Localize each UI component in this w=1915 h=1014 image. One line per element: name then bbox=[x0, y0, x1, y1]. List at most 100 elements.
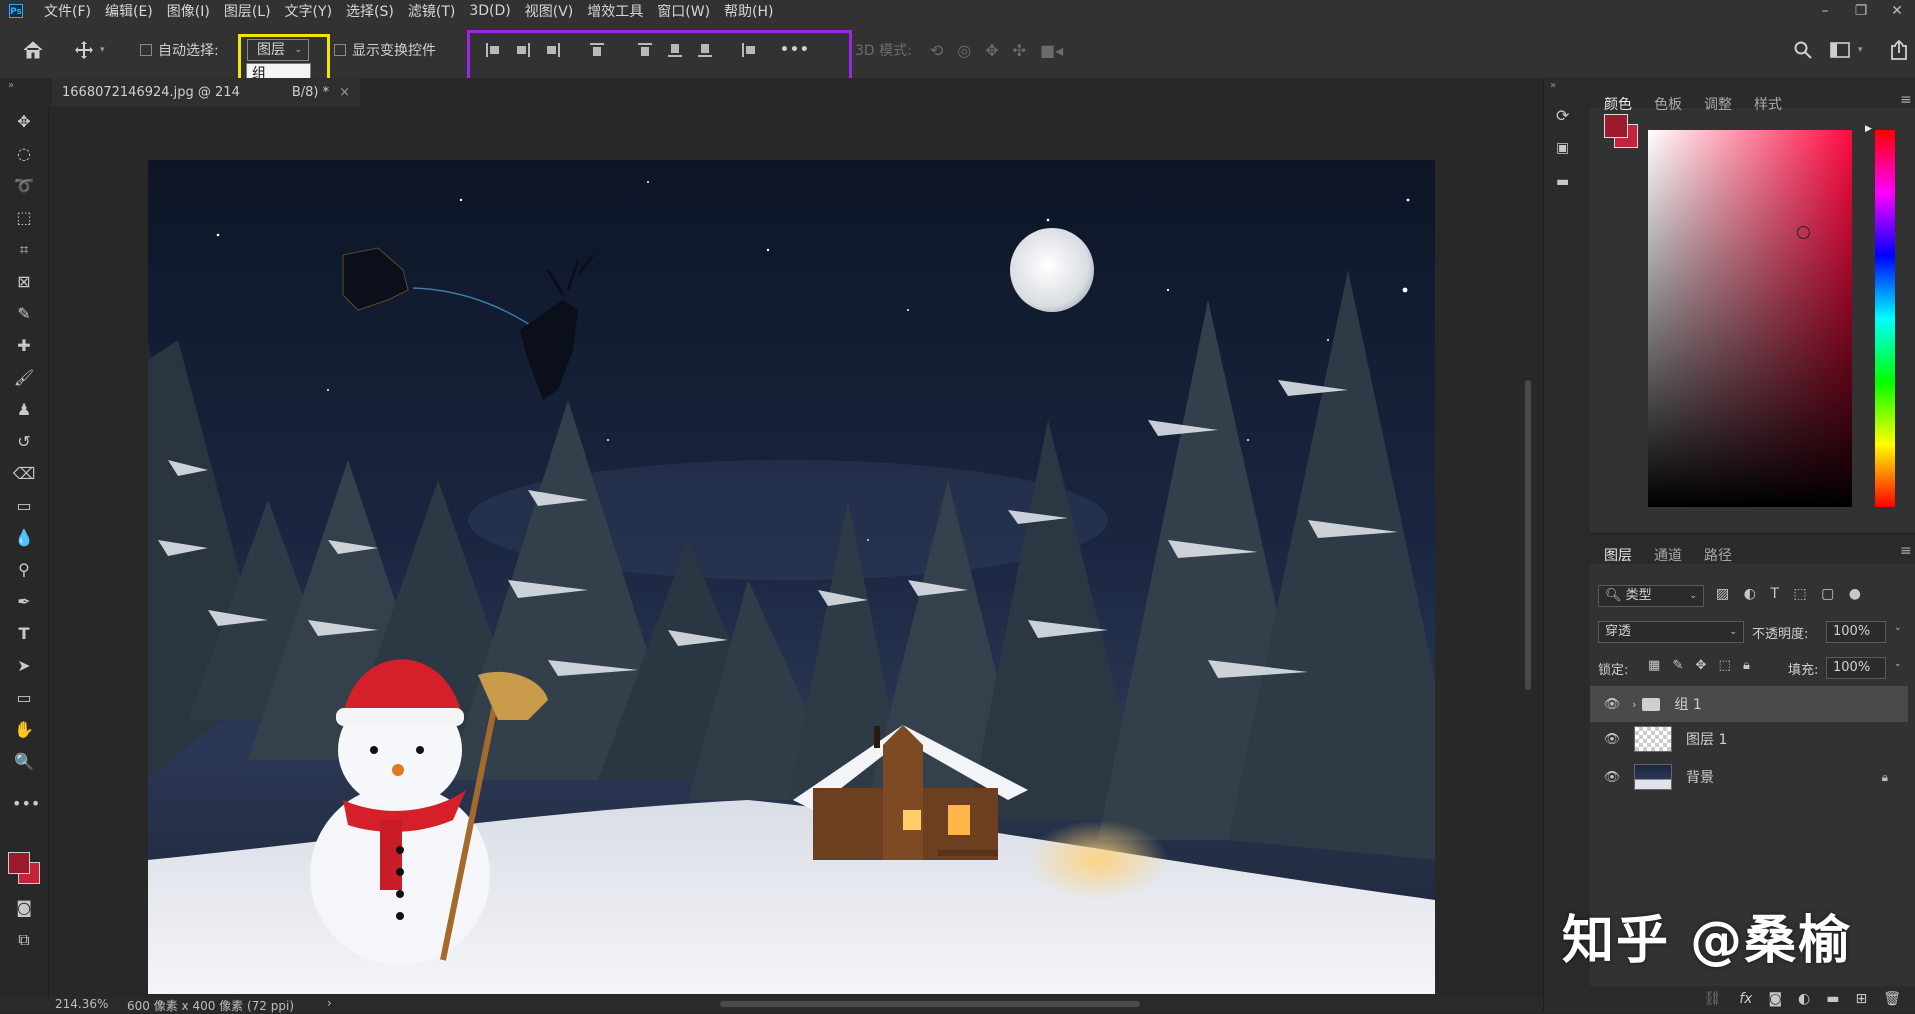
menu-edit[interactable]: 编辑(E) bbox=[98, 1, 160, 21]
layer-row-layer-1[interactable]: 👁︎ 图层 1 bbox=[1590, 721, 1908, 757]
auto-select-checkbox[interactable]: 自动选择: bbox=[140, 22, 219, 78]
blur-tool-icon[interactable]: 💧 bbox=[12, 526, 36, 550]
adjustment-filter-icon[interactable]: ◐ bbox=[1744, 586, 1756, 602]
hue-slider[interactable] bbox=[1875, 130, 1895, 507]
visibility-eye-icon[interactable]: 👁︎ bbox=[1602, 732, 1622, 747]
show-transform-checkbox[interactable]: 显示变换控件 bbox=[334, 22, 436, 78]
move-tool-preset[interactable]: ▾ bbox=[74, 22, 105, 78]
document-tab[interactable]: 1668072146924.jpg @ 214 B/8) * × bbox=[52, 78, 361, 106]
adjustment-icon[interactable]: ◐ bbox=[1798, 991, 1810, 1007]
share-button[interactable] bbox=[1890, 22, 1908, 78]
history-panel-icon[interactable]: ⟳ bbox=[1556, 106, 1569, 125]
hue-slider-marker[interactable]: ▶ bbox=[1865, 124, 1872, 134]
canvas-image[interactable] bbox=[148, 160, 1435, 994]
restore-button[interactable]: ❐ bbox=[1843, 3, 1879, 19]
shape-filter-icon[interactable]: ⬚ bbox=[1793, 586, 1806, 602]
lock-pixels-icon[interactable]: ✎ bbox=[1672, 658, 1683, 673]
gradient-tool-icon[interactable]: ▭ bbox=[12, 494, 36, 518]
crop-tool-icon[interactable]: ⌗ bbox=[12, 238, 36, 262]
layer-filter-dropdown[interactable]: 🔍︎ 类型 ⌄ bbox=[1598, 585, 1704, 607]
folder-icon[interactable]: ▬ bbox=[1826, 991, 1839, 1007]
move-tool-icon[interactable]: ✥ bbox=[12, 110, 36, 134]
link-icon[interactable]: ⛓ bbox=[1703, 991, 1721, 1007]
object-select-tool-icon[interactable]: ⬚ bbox=[12, 206, 36, 230]
opacity-input[interactable]: 100% bbox=[1826, 621, 1886, 643]
menu-filter[interactable]: 滤镜(T) bbox=[401, 1, 462, 21]
horizontal-scrollbar-thumb[interactable] bbox=[720, 1001, 1140, 1007]
blend-mode-dropdown[interactable]: 穿透 ⌄ bbox=[1598, 621, 1744, 643]
chevron-right-icon[interactable]: › bbox=[1632, 698, 1636, 711]
type-filter-icon[interactable]: T bbox=[1770, 586, 1779, 602]
visibility-eye-icon[interactable]: 👁︎ bbox=[1602, 697, 1622, 712]
healing-brush-tool-icon[interactable]: ✚ bbox=[12, 334, 36, 358]
saturation-brightness-field[interactable] bbox=[1648, 130, 1852, 507]
color-panel-foreground-swatch[interactable] bbox=[1604, 114, 1628, 138]
dodge-tool-icon[interactable]: ⚲ bbox=[12, 558, 36, 582]
quick-mask-icon[interactable]: ◙ bbox=[12, 896, 36, 920]
frame-tool-icon[interactable]: ⊠ bbox=[12, 270, 36, 294]
fill-input[interactable]: 100% bbox=[1826, 657, 1886, 679]
tab-channels[interactable]: 通道 bbox=[1654, 545, 1682, 565]
stamp-tool-icon[interactable]: ♟ bbox=[12, 398, 36, 422]
tab-color[interactable]: 颜色 bbox=[1604, 94, 1632, 114]
layer-name[interactable]: 背景 bbox=[1686, 767, 1714, 787]
lasso-tool-icon[interactable]: ➰ bbox=[12, 174, 36, 198]
panel-menu-icon[interactable]: ≡ bbox=[1900, 543, 1912, 559]
history-brush-tool-icon[interactable]: ↺ bbox=[12, 430, 36, 454]
smart-object-filter-icon[interactable]: ▢ bbox=[1821, 586, 1834, 602]
lock-all-icon[interactable]: 🔒︎ bbox=[1743, 658, 1750, 673]
brush-tool-icon[interactable]: 🖌 bbox=[12, 366, 36, 390]
status-menu-icon[interactable]: › bbox=[327, 996, 332, 1010]
path-select-tool-icon[interactable]: ➤ bbox=[12, 654, 36, 678]
plugins-panel-icon[interactable]: ▣ bbox=[1556, 140, 1569, 156]
menu-image[interactable]: 图像(I) bbox=[160, 1, 217, 21]
layer-name[interactable]: 图层 1 bbox=[1686, 729, 1727, 749]
comments-panel-icon[interactable]: ▬ bbox=[1556, 174, 1569, 190]
menu-type[interactable]: 文字(Y) bbox=[278, 1, 339, 21]
menu-help[interactable]: 帮助(H) bbox=[717, 1, 780, 21]
menu-plugins[interactable]: 增效工具 bbox=[580, 1, 650, 21]
chevron-down-icon[interactable]: ⌄ bbox=[1894, 623, 1902, 633]
trash-icon[interactable]: 🗑︎ bbox=[1883, 991, 1901, 1007]
zoom-level[interactable]: 214.36% bbox=[55, 997, 108, 1011]
panel-collapse-icon[interactable]: » bbox=[1550, 80, 1556, 91]
more-tools-icon[interactable]: ••• bbox=[12, 792, 40, 816]
minimize-button[interactable]: – bbox=[1807, 3, 1843, 19]
close-tab-icon[interactable]: × bbox=[339, 85, 350, 100]
tab-layers[interactable]: 图层 bbox=[1604, 545, 1632, 565]
lock-transparency-icon[interactable]: ▦ bbox=[1648, 658, 1660, 673]
panel-menu-icon[interactable]: ≡ bbox=[1900, 92, 1912, 108]
layer-row-background[interactable]: 👁︎ 背景 🔒︎ bbox=[1590, 759, 1908, 795]
type-tool-icon[interactable]: T bbox=[12, 622, 36, 646]
layer-row-group[interactable]: 👁︎ › 组 1 bbox=[1590, 686, 1908, 722]
hand-tool-icon[interactable]: ✋ bbox=[12, 718, 36, 742]
scrollbar-thumb[interactable] bbox=[1525, 380, 1531, 690]
chevron-down-icon[interactable]: ⌄ bbox=[1894, 659, 1902, 669]
tab-styles[interactable]: 样式 bbox=[1754, 94, 1782, 114]
new-layer-icon[interactable]: ⊞ bbox=[1855, 991, 1867, 1007]
color-picker-handle[interactable] bbox=[1797, 226, 1810, 239]
lock-artboard-icon[interactable]: ⬚ bbox=[1719, 658, 1731, 673]
eraser-tool-icon[interactable]: ⌫ bbox=[12, 462, 36, 486]
shape-tool-icon[interactable]: ▭ bbox=[12, 686, 36, 710]
close-window-button[interactable]: ✕ bbox=[1879, 3, 1915, 19]
foreground-color-swatch[interactable] bbox=[8, 852, 30, 874]
tab-paths[interactable]: 路径 bbox=[1704, 545, 1732, 565]
tab-adjustments[interactable]: 调整 bbox=[1704, 94, 1732, 114]
search-button[interactable] bbox=[1794, 22, 1812, 78]
menu-file[interactable]: 文件(F) bbox=[37, 1, 98, 21]
zoom-tool-icon[interactable]: 🔍 bbox=[12, 750, 36, 774]
menu-view[interactable]: 视图(V) bbox=[518, 1, 581, 21]
tab-swatches[interactable]: 色板 bbox=[1654, 94, 1682, 114]
menu-select[interactable]: 选择(S) bbox=[339, 1, 401, 21]
image-filter-icon[interactable]: ▨ bbox=[1716, 586, 1729, 602]
filter-toggle-icon[interactable]: ● bbox=[1849, 586, 1861, 602]
menu-layer[interactable]: 图层(L) bbox=[217, 1, 278, 21]
screen-mode-icon[interactable]: ⧉ bbox=[12, 928, 36, 952]
home-button[interactable] bbox=[22, 22, 44, 78]
mask-icon[interactable]: ◙ bbox=[1768, 991, 1782, 1007]
menu-3d[interactable]: 3D(D) bbox=[462, 3, 517, 19]
fx-icon[interactable]: fx bbox=[1739, 991, 1752, 1007]
layer-name[interactable]: 组 1 bbox=[1674, 694, 1701, 714]
workspace-button[interactable]: ▾ bbox=[1830, 22, 1863, 78]
